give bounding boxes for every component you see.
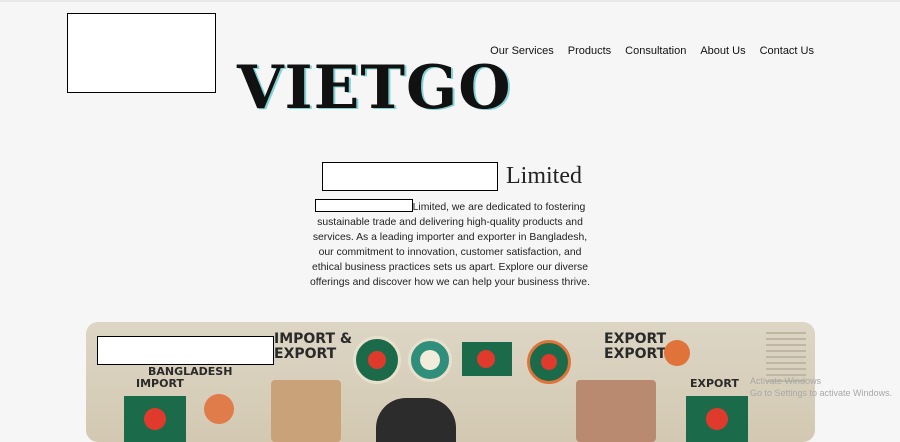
redacted-inline-name bbox=[314, 199, 413, 212]
flag-roundel-icon-2 bbox=[527, 340, 571, 384]
watermark-line-1: Activate Windows bbox=[750, 376, 822, 386]
warehouse-icon bbox=[576, 380, 656, 442]
flag-right-icon bbox=[686, 396, 748, 442]
flag-roundel-icon bbox=[353, 336, 401, 384]
banner-left-title: IMPORT & EXPORT bbox=[274, 331, 353, 362]
nav-products[interactable]: Products bbox=[568, 45, 611, 57]
logo-placeholder[interactable] bbox=[67, 13, 216, 93]
flag-left-icon bbox=[124, 396, 186, 442]
redacted-banner-label bbox=[97, 336, 274, 365]
globe-icon bbox=[408, 338, 452, 382]
top-border bbox=[0, 0, 900, 2]
orange-globe-icon bbox=[664, 340, 690, 366]
main-nav: Our Services Products Consultation About… bbox=[490, 45, 814, 57]
company-heading: Limited bbox=[322, 162, 582, 191]
bangladesh-flag-icon bbox=[462, 342, 512, 376]
banner-right-sub: EXPORT bbox=[690, 377, 739, 390]
people-silhouette-icon bbox=[376, 398, 456, 442]
nav-contact-us[interactable]: Contact Us bbox=[760, 45, 814, 57]
nav-about-us[interactable]: About Us bbox=[700, 45, 745, 57]
intro-paragraph: Limited, we are dedicated to fostering s… bbox=[310, 199, 590, 290]
port-building-icon bbox=[271, 380, 341, 442]
windows-activation-watermark: Activate Windows Go to Settings to activ… bbox=[750, 375, 892, 399]
banner-left-sub-2: IMPORT bbox=[136, 377, 184, 390]
redacted-company-name bbox=[322, 162, 498, 191]
nav-consultation[interactable]: Consultation bbox=[625, 45, 686, 57]
cargo-icon bbox=[204, 394, 234, 424]
brand-title: VIETGO bbox=[237, 53, 512, 123]
intro-text: Limited, we are dedicated to fostering s… bbox=[310, 202, 590, 288]
company-suffix: Limited bbox=[506, 163, 582, 189]
hero-banner-image: IMPORT & EXPORT BANGLADESH IMPORT EXPORT… bbox=[86, 322, 815, 442]
watermark-line-2: Go to Settings to activate Windows. bbox=[750, 388, 893, 398]
